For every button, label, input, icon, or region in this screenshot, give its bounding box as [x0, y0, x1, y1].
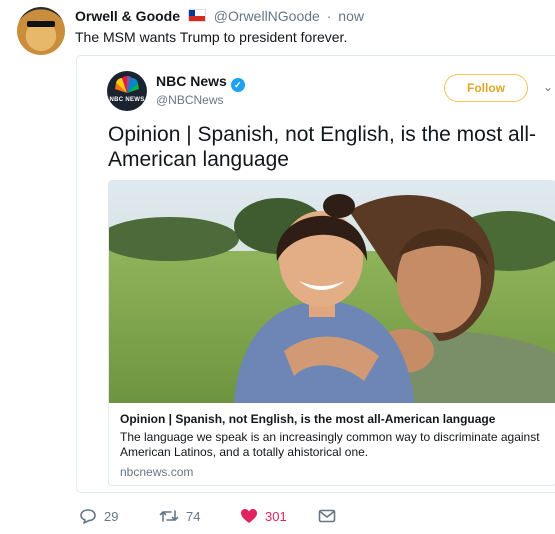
link-card-description: The language we speak is an increasingly…: [120, 430, 540, 459]
nbc-avatar[interactable]: NBC NEWS: [107, 71, 147, 111]
retweet-button[interactable]: 74: [159, 508, 200, 524]
avatar[interactable]: [17, 7, 65, 55]
envelope-icon: [318, 509, 336, 523]
sunglasses-decoration: [27, 21, 55, 27]
quoted-display-name[interactable]: NBC News ✓: [156, 73, 245, 92]
like-count: 301: [265, 508, 287, 524]
direct-message-button[interactable]: [318, 508, 343, 524]
retweet-icon: [159, 510, 179, 522]
reply-icon: [80, 509, 96, 524]
reply-count: 29: [104, 508, 119, 524]
display-name[interactable]: Orwell & Goode: [75, 8, 180, 24]
quoted-name-text: NBC News: [156, 73, 227, 89]
tweet-text: The MSM wants Trump to president forever…: [75, 29, 348, 45]
timestamp[interactable]: now: [338, 8, 364, 24]
user-handle[interactable]: @OrwellNGoode: [214, 8, 320, 24]
reply-button[interactable]: 29: [79, 508, 118, 524]
link-card-title: Opinion | Spanish, not English, is the m…: [120, 412, 496, 426]
article-photo[interactable]: [109, 181, 555, 403]
quoted-handle[interactable]: @NBCNews: [156, 93, 224, 107]
chevron-down-icon[interactable]: ⌄: [543, 80, 553, 94]
logo-text: NBC NEWS: [109, 97, 145, 103]
quoted-tweet[interactable]: NBC NEWS NBC News ✓ @NBCNews Follow ⌄ Opi…: [76, 55, 555, 493]
chile-flag-icon: [187, 9, 206, 22]
follow-button[interactable]: Follow: [444, 74, 528, 102]
tweet-header: Orwell & Goode @OrwellNGoode · now: [75, 8, 364, 24]
link-card[interactable]: Opinion | Spanish, not English, is the m…: [108, 180, 555, 486]
link-card-domain: nbcnews.com: [120, 465, 194, 479]
like-button[interactable]: 301: [240, 508, 287, 524]
heart-icon: [241, 509, 257, 523]
separator-dot: ·: [326, 8, 332, 24]
verified-badge-icon: ✓: [230, 78, 245, 92]
quoted-headline: Opinion | Spanish, not English, is the m…: [108, 123, 537, 171]
peacock-logo-icon: [115, 75, 139, 93]
retweet-count: 74: [186, 508, 201, 524]
